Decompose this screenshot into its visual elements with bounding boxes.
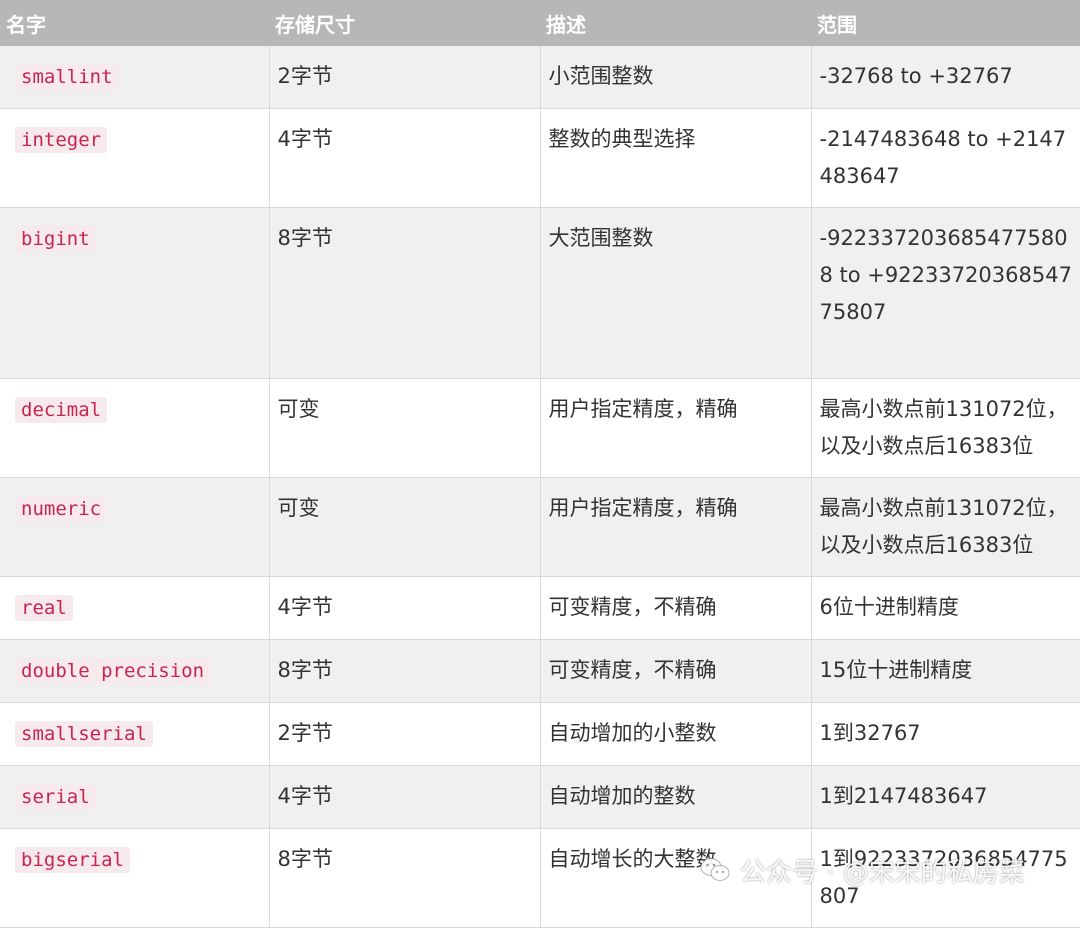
size-cell: 2字节 — [268, 46, 540, 109]
description-cell: 可变精度，不精确 — [539, 639, 811, 703]
description-cell: 用户指定精度，精确 — [539, 477, 811, 577]
table-row: numeric 可变 用户指定精度，精确 最高小数点前131072位，以及小数点… — [0, 477, 1080, 577]
range-cell: 最高小数点前131072位，以及小数点后16383位 — [810, 477, 1080, 577]
type-name: integer — [15, 127, 108, 153]
type-name-cell: smallserial — [0, 702, 269, 766]
range-cell: 1到32767 — [810, 702, 1080, 766]
range-cell: 6位十进制精度 — [810, 576, 1080, 640]
description-cell: 可变精度，不精确 — [539, 576, 811, 640]
range-cell: 15位十进制精度 — [810, 639, 1080, 703]
type-name-cell: integer — [0, 108, 269, 208]
description-cell: 小范围整数 — [539, 46, 811, 109]
table-row: double precision 8字节 可变精度，不精确 15位十进制精度 — [0, 639, 1080, 703]
description-cell: 用户指定精度，精确 — [539, 378, 811, 478]
type-name: bigserial — [15, 847, 130, 873]
type-name-cell: decimal — [0, 378, 269, 478]
type-name: serial — [15, 784, 96, 810]
type-name: decimal — [15, 397, 108, 423]
table-row: serial 4字节 自动增加的整数 1到2147483647 — [0, 765, 1080, 829]
description-cell: 自动增加的整数 — [539, 765, 811, 829]
size-cell: 可变 — [268, 378, 540, 478]
table-row: decimal 可变 用户指定精度，精确 最高小数点前131072位，以及小数点… — [0, 378, 1080, 478]
table-row: smallserial 2字节 自动增加的小整数 1到32767 — [0, 702, 1080, 766]
header-range: 范围 — [817, 12, 857, 37]
range-cell: 最高小数点前131072位，以及小数点后16383位 — [810, 378, 1080, 478]
size-cell: 4字节 — [268, 765, 540, 829]
type-name-cell: double precision — [0, 639, 269, 703]
type-name: smallint — [15, 64, 119, 90]
type-name-cell: serial — [0, 765, 269, 829]
table-header: 名字 存储尺寸 描述 范围 — [0, 0, 1080, 46]
table-row: smallint 2字节 小范围整数 -32768 to +32767 — [0, 46, 1080, 109]
range-cell: -9223372036854775808 to +922337203685477… — [810, 207, 1080, 379]
type-name: real — [15, 595, 73, 621]
size-cell: 2字节 — [268, 702, 540, 766]
description-cell: 大范围整数 — [539, 207, 811, 379]
description-cell: 自动增加的小整数 — [539, 702, 811, 766]
size-cell: 4字节 — [268, 576, 540, 640]
type-name-cell: bigint — [0, 207, 269, 379]
type-name-cell: real — [0, 576, 269, 640]
type-name: numeric — [15, 496, 108, 522]
description-cell: 整数的典型选择 — [539, 108, 811, 208]
size-cell: 可变 — [268, 477, 540, 577]
data-types-table: 名字 存储尺寸 描述 范围 smallint 2字节 小范围整数 -32768 … — [0, 0, 1080, 928]
size-cell: 8字节 — [268, 639, 540, 703]
type-name: smallserial — [15, 721, 153, 747]
header-size: 存储尺寸 — [275, 12, 355, 37]
type-name-cell: numeric — [0, 477, 269, 577]
header-row: 名字 存储尺寸 描述 范围 — [0, 0, 1080, 46]
header-name: 名字 — [6, 12, 46, 37]
type-name: bigint — [15, 226, 96, 252]
range-cell: 1到2147483647 — [810, 765, 1080, 829]
table-row: bigint 8字节 大范围整数 -9223372036854775808 to… — [0, 207, 1080, 379]
type-name-cell: smallint — [0, 46, 269, 109]
range-cell: -32768 to +32767 — [810, 46, 1080, 109]
range-cell: -2147483648 to +2147483647 — [810, 108, 1080, 208]
table-row: integer 4字节 整数的典型选择 -2147483648 to +2147… — [0, 108, 1080, 208]
size-cell: 8字节 — [268, 207, 540, 379]
table-body: smallint 2字节 小范围整数 -32768 to +32767 inte… — [0, 46, 1080, 928]
size-cell: 4字节 — [268, 108, 540, 208]
table-row: real 4字节 可变精度，不精确 6位十进制精度 — [0, 576, 1080, 640]
type-name: double precision — [15, 658, 211, 684]
header-description: 描述 — [546, 12, 586, 37]
